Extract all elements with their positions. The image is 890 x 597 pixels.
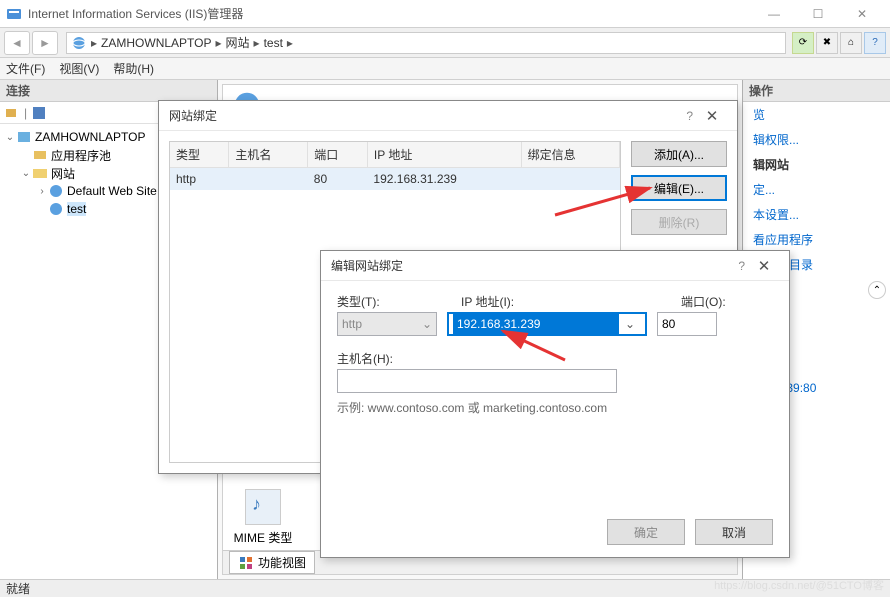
action-basic-settings[interactable]: 本设置... xyxy=(743,202,890,227)
ip-address-combo[interactable]: ⌄ xyxy=(447,312,647,336)
col-info[interactable]: 绑定信息 xyxy=(521,142,619,168)
bindings-close-button[interactable]: ✕ xyxy=(697,107,727,125)
edit-binding-button[interactable]: 编辑(E)... xyxy=(631,175,727,201)
save-icon[interactable] xyxy=(31,105,47,121)
chevron-down-icon[interactable]: ⌄ xyxy=(619,317,641,331)
ip-address-input[interactable] xyxy=(453,314,619,334)
add-binding-button[interactable]: 添加(A)... xyxy=(631,141,727,167)
menubar: 文件(F) 视图(V) 帮助(H) xyxy=(0,58,890,80)
edit-help-button[interactable]: ? xyxy=(738,259,745,273)
server-icon xyxy=(71,35,87,51)
hostname-input[interactable] xyxy=(337,369,617,393)
edit-close-button[interactable]: ✕ xyxy=(749,257,779,275)
mime-label: MIME 类型 xyxy=(233,529,293,546)
help-button[interactable]: ? xyxy=(864,32,886,54)
col-type[interactable]: 类型 xyxy=(170,142,229,168)
port-input[interactable] xyxy=(657,312,717,336)
connect-icon[interactable] xyxy=(4,105,20,121)
hostname-label: 主机名(H): xyxy=(337,350,773,367)
iis-icon xyxy=(6,6,22,22)
remove-binding-button: 删除(R) xyxy=(631,209,727,235)
maximize-button[interactable]: ☐ xyxy=(796,1,840,27)
titlebar: Internet Information Services (IIS)管理器 —… xyxy=(0,0,890,28)
action-explore[interactable]: 览 xyxy=(743,102,890,127)
menu-help[interactable]: 帮助(H) xyxy=(113,60,154,77)
apppool-icon xyxy=(32,147,48,163)
col-port[interactable]: 端口 xyxy=(308,142,368,168)
menu-view[interactable]: 视图(V) xyxy=(59,60,99,77)
server-icon xyxy=(16,129,32,145)
features-view-tab[interactable]: 功能视图 xyxy=(229,551,315,574)
ok-button[interactable]: 确定 xyxy=(607,519,685,545)
navbar: ◄ ► ▸ ZAMHOWNLAPTOP ▸ 网站 ▸ test ▸ ⟳ ✖ ⌂ … xyxy=(0,28,890,58)
globe-icon xyxy=(48,183,64,199)
grid-icon xyxy=(238,555,254,571)
actions-header: 操作 xyxy=(743,80,890,102)
folder-icon xyxy=(32,165,48,181)
globe-icon xyxy=(48,201,64,217)
binding-row[interactable]: http 80 192.168.31.239 xyxy=(170,168,620,191)
type-label: 类型(T): xyxy=(337,293,437,310)
minimize-button[interactable]: — xyxy=(752,1,796,27)
status-text: 就绪 xyxy=(6,580,30,597)
collapse-button[interactable]: ⌃ xyxy=(868,281,886,299)
edit-binding-dialog: 编辑网站绑定 ? ✕ 类型(T): IP 地址(I): 端口(O): http⌄… xyxy=(320,250,790,558)
hostname-hint: 示例: www.contoso.com 或 marketing.contoso.… xyxy=(337,399,773,416)
action-bindings[interactable]: 定... xyxy=(743,177,890,202)
col-ip[interactable]: IP 地址 xyxy=(367,142,521,168)
window-title: Internet Information Services (IIS)管理器 xyxy=(28,5,752,22)
action-section-edit-site: 辑网站 xyxy=(743,152,890,177)
refresh-button[interactable]: ⟳ xyxy=(792,32,814,54)
edit-dialog-title: 编辑网站绑定 xyxy=(331,257,738,274)
crumb-site[interactable]: test xyxy=(264,36,283,50)
crumb-host[interactable]: ZAMHOWNLAPTOP xyxy=(101,36,211,50)
watermark: https://blog.csdn.net/@51CTO博客 xyxy=(714,577,884,593)
breadcrumb[interactable]: ▸ ZAMHOWNLAPTOP ▸ 网站 ▸ test ▸ xyxy=(66,32,786,54)
col-host[interactable]: 主机名 xyxy=(229,142,308,168)
crumb-sites[interactable]: 网站 xyxy=(226,34,250,51)
back-button[interactable]: ◄ xyxy=(4,31,30,55)
home-button[interactable]: ⌂ xyxy=(840,32,862,54)
forward-button[interactable]: ► xyxy=(32,31,58,55)
close-button[interactable]: ✕ xyxy=(840,1,884,27)
ip-label: IP 地址(I): xyxy=(461,293,657,310)
action-edit-permissions[interactable]: 辑权限... xyxy=(743,127,890,152)
port-label: 端口(O): xyxy=(681,293,726,310)
mime-icon xyxy=(245,489,281,525)
type-combo: http⌄ xyxy=(337,312,437,336)
cancel-button[interactable]: 取消 xyxy=(695,519,773,545)
mime-tile[interactable]: MIME 类型 xyxy=(233,489,293,546)
action-view-apps[interactable]: 看应用程序 xyxy=(743,227,890,252)
bindings-dialog-title: 网站绑定 xyxy=(169,107,686,124)
bindings-help-button[interactable]: ? xyxy=(686,109,693,123)
stop-button[interactable]: ✖ xyxy=(816,32,838,54)
connections-header: 连接 xyxy=(0,80,217,102)
menu-file[interactable]: 文件(F) xyxy=(6,60,45,77)
